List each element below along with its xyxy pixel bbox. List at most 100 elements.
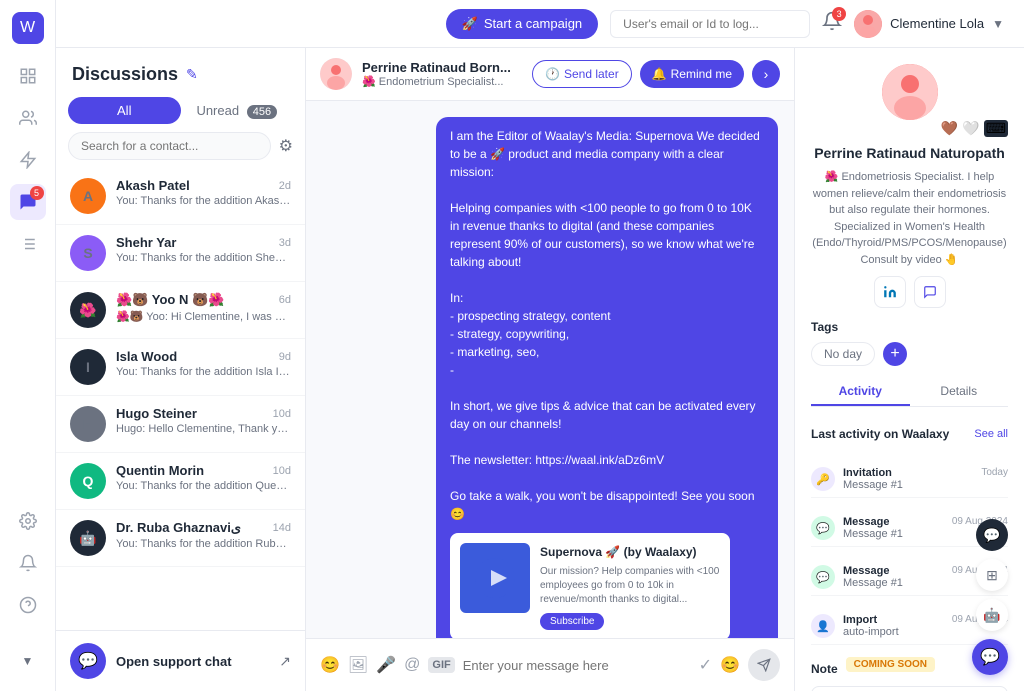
nav-messages[interactable]: 5 bbox=[10, 184, 46, 220]
see-all-link[interactable]: See all bbox=[974, 428, 1008, 440]
chat-messages: I am the Editor of Waalay's Media: Super… bbox=[306, 101, 794, 638]
support-icon: 💬 bbox=[70, 643, 106, 679]
send-message-button[interactable] bbox=[748, 649, 780, 681]
nav-settings[interactable] bbox=[10, 503, 46, 539]
profile-header: 🤎 🤍 ⌨ Perrine Ratinaud Naturopath 🌺 Endo… bbox=[811, 64, 1008, 308]
emoji-reactions-button[interactable]: 😊 bbox=[320, 655, 340, 675]
nav-campaigns[interactable] bbox=[10, 142, 46, 178]
contact-time: 10d bbox=[273, 465, 291, 477]
nav-home[interactable] bbox=[10, 58, 46, 94]
main-area: 🚀 Start a campaign 3 Clementine Lola ▼ D… bbox=[56, 0, 1024, 691]
float-chat-button[interactable]: 💬 bbox=[976, 519, 1008, 551]
activity-icon-invitation: 🔑 bbox=[811, 467, 835, 491]
add-tag-button[interactable]: + bbox=[883, 342, 907, 366]
discussions-tabs: All Unread 456 bbox=[56, 97, 305, 132]
contact-info: Akash Patel 2d You: Thanks for the addit… bbox=[116, 178, 291, 207]
audio-button[interactable]: 🎤 bbox=[376, 655, 396, 675]
remind-me-button[interactable]: 🔔 Remind me bbox=[640, 60, 744, 88]
gif-button[interactable]: GIF bbox=[428, 657, 454, 673]
link-card-desc: Our mission? Help companies with <100 em… bbox=[540, 565, 720, 607]
unread-count-badge: 456 bbox=[247, 105, 277, 119]
messages-badge: 5 bbox=[30, 186, 44, 200]
filter-button[interactable]: ⚙ bbox=[279, 136, 293, 156]
contact-item[interactable]: S Shehr Yar 3d You: Thanks for the addit… bbox=[56, 225, 305, 282]
reaction-emoji: 🤎 bbox=[941, 120, 958, 137]
link-card-title: Supernova 🚀 (by Waalaxy) bbox=[540, 543, 720, 561]
activity-info: Invitation Message #1 bbox=[843, 467, 973, 491]
nav-next-button[interactable]: › bbox=[752, 60, 780, 88]
discussions-title: Discussions bbox=[72, 64, 178, 85]
no-day-tag[interactable]: No day bbox=[811, 342, 875, 366]
subscribe-button[interactable]: Subscribe bbox=[540, 613, 604, 630]
chat-input-bar: 😊 🖼 🎤 @ GIF ✓ 😊 bbox=[306, 638, 794, 691]
contact-name: 🌺🐻 Yoo N 🐻🌺 bbox=[116, 292, 224, 308]
start-campaign-button[interactable]: 🚀 Start a campaign bbox=[446, 9, 598, 39]
chat-contact-subtitle: 🌺 Endometrium Specialist... bbox=[362, 75, 522, 88]
nav-contacts[interactable] bbox=[10, 100, 46, 136]
contact-preview: You: Thanks for the addition Isla I am E… bbox=[116, 366, 291, 378]
contact-time: 6d bbox=[279, 294, 291, 306]
message-profile-button[interactable] bbox=[914, 276, 946, 308]
reaction-emoji: 🤍 bbox=[962, 120, 979, 137]
link-card-image bbox=[460, 543, 530, 613]
send-later-button[interactable]: 🕐 Send later bbox=[532, 60, 632, 88]
contact-time: 3d bbox=[279, 237, 291, 249]
open-support-chat[interactable]: 💬 Open support chat ↗ bbox=[56, 630, 305, 691]
chat-header: Perrine Ratinaud Born... 🌺 Endometrium S… bbox=[306, 48, 794, 101]
contact-name: Hugo Steiner bbox=[116, 406, 197, 421]
contact-name: Shehr Yar bbox=[116, 235, 176, 250]
user-avatar bbox=[854, 10, 882, 38]
user-menu-chevron: ▼ bbox=[992, 17, 1004, 31]
contact-preview: You: Thanks for the addition Ruba I... bbox=[116, 538, 291, 550]
top-header: 🚀 Start a campaign 3 Clementine Lola ▼ bbox=[56, 0, 1024, 48]
discussions-panel: Discussions ✎ All Unread 456 ⚙ A bbox=[56, 48, 306, 691]
contact-item[interactable]: Q Quentin Morin 10d You: Thanks for the … bbox=[56, 453, 305, 510]
nav-notifications[interactable] bbox=[10, 545, 46, 581]
nav-lists[interactable] bbox=[10, 226, 46, 262]
tab-details[interactable]: Details bbox=[910, 378, 1009, 406]
nav-collapse[interactable]: ▼ bbox=[10, 643, 46, 679]
contact-preview: You: Thanks for the addition Quentin I a… bbox=[116, 480, 291, 492]
contact-item[interactable]: A Akash Patel 2d You: Thanks for the add… bbox=[56, 168, 305, 225]
user-search-input[interactable] bbox=[610, 10, 810, 38]
emoji-button[interactable]: 😊 bbox=[720, 655, 740, 675]
message-bubble-out: I am the Editor of Waalay's Media: Super… bbox=[436, 117, 778, 638]
contact-preview: 🌺🐻 Yoo: Hi Clementine, I was sorting thr… bbox=[116, 310, 291, 323]
activity-name: Message bbox=[843, 565, 944, 577]
check-button[interactable]: ✓ bbox=[699, 655, 712, 675]
activity-name: Message bbox=[843, 516, 944, 528]
keyboard-icon: ⌨ bbox=[984, 120, 1008, 137]
edit-discussions-icon[interactable]: ✎ bbox=[186, 66, 198, 83]
contact-item[interactable]: H Hugo Steiner 10d Hugo: Hello Clementin… bbox=[56, 396, 305, 453]
float-grid-button[interactable]: ⊞ bbox=[976, 559, 1008, 591]
linkedin-button[interactable] bbox=[874, 276, 906, 308]
avatar: S bbox=[70, 235, 106, 271]
message-input[interactable] bbox=[463, 658, 691, 673]
activity-info: Message Message #1 bbox=[843, 516, 944, 540]
nav-help[interactable] bbox=[10, 587, 46, 623]
contact-search-input[interactable] bbox=[68, 132, 271, 160]
notification-button[interactable]: 3 bbox=[822, 11, 842, 36]
contact-time: 14d bbox=[273, 522, 291, 534]
activity-name: Invitation bbox=[843, 467, 973, 479]
image-attach-button[interactable]: 🖼 bbox=[348, 655, 368, 675]
contact-info: 🌺🐻 Yoo N 🐻🌺 6d 🌺🐻 Yoo: Hi Clementine, I … bbox=[116, 292, 291, 323]
tab-unread[interactable]: Unread 456 bbox=[181, 97, 294, 124]
contact-name: Isla Wood bbox=[116, 349, 177, 364]
float-secondary-button[interactable]: 🤖 bbox=[976, 599, 1008, 631]
contact-item[interactable]: 🤖 Dr. Ruba Ghaznaviی 14d You: Thanks for… bbox=[56, 510, 305, 567]
profile-avatar bbox=[882, 64, 938, 120]
activity-message: Message #1 bbox=[843, 577, 944, 589]
tab-all[interactable]: All bbox=[68, 97, 181, 124]
user-profile-menu[interactable]: Clementine Lola ▼ bbox=[854, 10, 1004, 38]
note-label: Note bbox=[811, 662, 838, 676]
tab-activity[interactable]: Activity bbox=[811, 378, 910, 406]
message-row-out: I am the Editor of Waalay's Media: Super… bbox=[322, 117, 778, 638]
contact-item[interactable]: I Isla Wood 9d You: Thanks for the addit… bbox=[56, 339, 305, 396]
activity-item: 🔑 Invitation Message #1 Today bbox=[811, 461, 1008, 498]
bell-icon: 🔔 bbox=[652, 67, 667, 81]
float-support-button[interactable]: 💬 bbox=[972, 639, 1008, 675]
at-mention-button[interactable]: @ bbox=[404, 656, 420, 674]
contact-item[interactable]: 🌺 🌺🐻 Yoo N 🐻🌺 6d 🌺🐻 Yoo: Hi Clementine, … bbox=[56, 282, 305, 339]
activity-name: Import bbox=[843, 614, 944, 626]
